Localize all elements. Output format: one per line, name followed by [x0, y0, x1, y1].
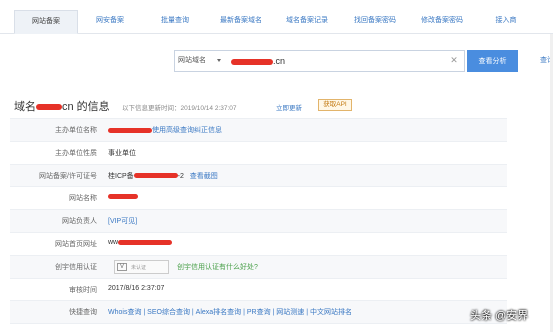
redacted-org-name: [108, 127, 152, 133]
shield-icon: V: [117, 262, 127, 271]
row-value: 桂ICP备 -2 查看截图: [108, 171, 218, 181]
row-label: 网站备案/许可证号: [39, 172, 97, 180]
row-label: 主办单位名称: [55, 127, 97, 134]
tab-latest-domains[interactable]: 最新备案域名: [209, 10, 273, 34]
table-row: 快捷查询 Whois查询 | SEO综合查询 | Alexa排名查询 | PR查…: [10, 301, 507, 325]
watermark: 头条 @安界: [470, 310, 529, 322]
row-label: 创宇信用认证: [55, 263, 97, 271]
tab-domain-history[interactable]: 域名备案记录: [275, 10, 339, 34]
update-time: 以下信息更新时间：2019/10/14 2:37:07: [122, 105, 237, 112]
row-value: 2017/8/16 2:37:07: [108, 284, 165, 292]
tab-batch-query[interactable]: 批量查询: [143, 10, 207, 34]
search-type-select[interactable]: 网站域名: [175, 51, 225, 71]
row-label: 网站首页网址: [55, 240, 97, 248]
table-row: 创宇信用认证 V 未认证 创宇信用认证有什么好处?: [10, 255, 507, 279]
page-title: 域名 cn 的信息 以下信息更新时间：2019/10/14 2:37:07 立即更…: [14, 98, 534, 114]
cert-status: 未认证: [131, 264, 147, 271]
tab-access-provider[interactable]: 接入商: [474, 10, 538, 34]
advanced-query-link[interactable]: 使用高级查询纠正信息: [152, 127, 222, 134]
row-value: ww: [108, 238, 173, 246]
redacted-title-domain: [36, 104, 62, 111]
row-label: 审核时间: [69, 286, 97, 294]
tab-bar: 网站备案 网安备案 批量查询 最新备案域名 域名备案记录 找回备案密码 修改备案…: [0, 0, 553, 34]
row-label: 网站负责人: [62, 218, 97, 226]
search-bar: 网站域名 .cn ✕: [174, 50, 465, 72]
row-label: 快捷查询: [69, 309, 97, 317]
tab-recover-password[interactable]: 找回备案密码: [343, 10, 407, 34]
row-label: 主办单位性质: [55, 149, 97, 157]
query-button[interactable]: 查看分析: [467, 50, 518, 72]
domain-input[interactable]: .cn: [225, 52, 447, 70]
credit-cert-badge: V 未认证: [114, 259, 169, 274]
table-row: 网站首页网址 ww: [10, 233, 507, 256]
row-value: [108, 193, 138, 200]
table-row: 网站名称: [10, 187, 507, 211]
table-row: 主办单位性质 事业单位: [10, 142, 507, 165]
tab-website-record[interactable]: 网站备案: [14, 10, 78, 34]
row-label: 网站名称: [69, 195, 97, 203]
icp-suffix: -2: [177, 172, 184, 180]
table-row: 网站备案/许可证号 桂ICP备 -2 查看截图: [10, 164, 507, 188]
view-screenshot-link[interactable]: 查看截图: [190, 173, 218, 180]
redacted-domain: [231, 58, 273, 65]
tab-change-password[interactable]: 修改备案密码: [410, 10, 474, 34]
domain-title: 域名 cn 的信息: [14, 98, 110, 114]
tab-security-record[interactable]: 网安备案: [78, 10, 142, 34]
table-row: 审核时间 2017/8/16 2:37:07: [10, 279, 507, 302]
get-api-button[interactable]: 获取API: [318, 99, 352, 111]
homepage-prefix: ww: [108, 238, 119, 246]
quick-query-links[interactable]: Whois查询 | SEO综合查询 | Alexa排名查询 | PR查询 | 网…: [108, 307, 352, 317]
row-value: 事业单位: [108, 149, 136, 157]
credit-cert-link[interactable]: 创宇信用认证有什么好处?: [177, 262, 258, 272]
info-table: 主办单位名称 使用高级查询纠正信息 主办单位性质 事业单位 网站备案/许可证号 …: [10, 118, 507, 325]
redacted-homepage: [118, 239, 173, 245]
table-row: 网站负责人 [VIP可见]: [10, 210, 507, 233]
title-suffix: cn 的信息: [62, 101, 110, 113]
domain-suffix: .cn: [273, 56, 286, 66]
refresh-link[interactable]: 立即更新: [276, 102, 302, 112]
redacted-icp: [133, 173, 178, 179]
table-row: 主办单位名称 使用高级查询纠正信息: [10, 119, 507, 142]
close-icon[interactable]: ✕: [448, 54, 460, 66]
row-value: 使用高级查询纠正信息: [108, 125, 222, 135]
icp-prefix: 桂ICP备: [108, 172, 134, 180]
title-prefix: 域名: [14, 101, 36, 113]
chevron-down-icon: [217, 59, 221, 62]
vip-visible-link[interactable]: [VIP可见]: [108, 216, 137, 226]
redacted-site-name: [108, 194, 138, 200]
search-type-label: 网站域名: [178, 57, 206, 64]
